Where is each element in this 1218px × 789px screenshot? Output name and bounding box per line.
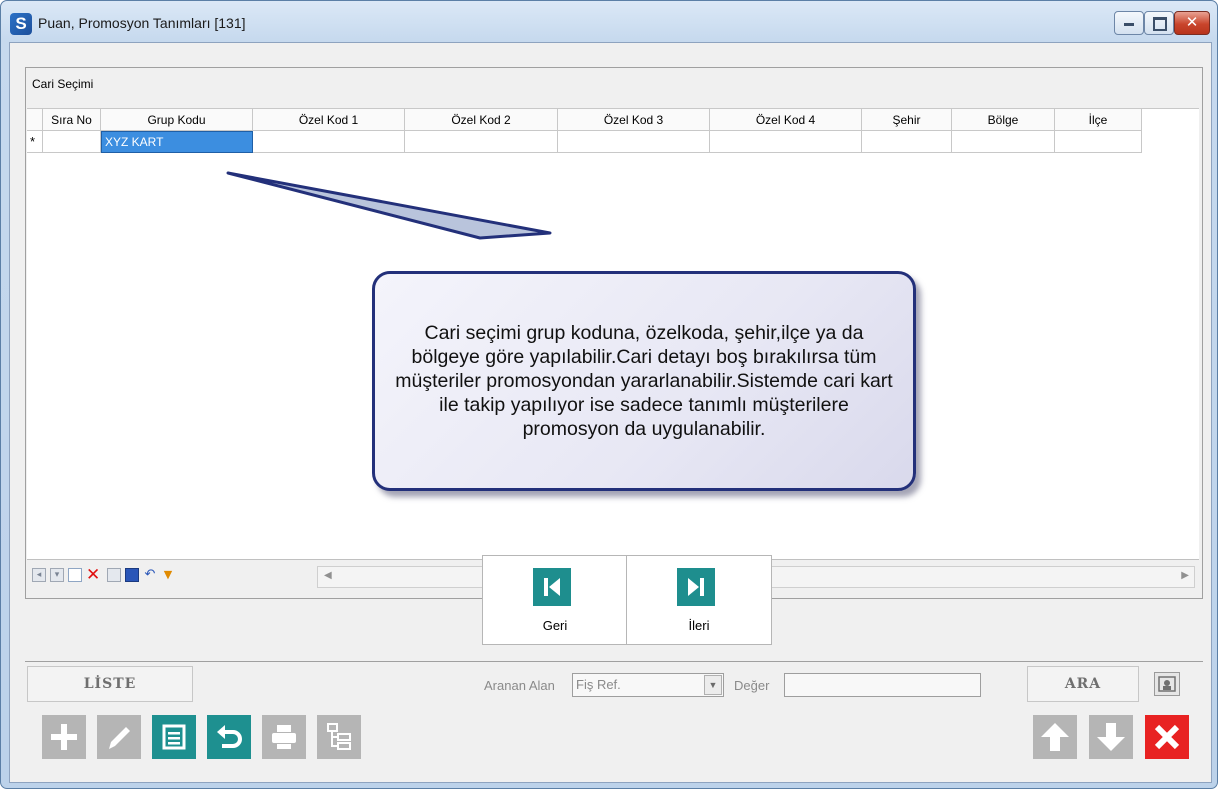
skip-back-icon — [533, 568, 571, 606]
prev-button[interactable]: Geri — [482, 555, 628, 645]
info-callout: Cari seçimi grup koduna, özelkoda, şehir… — [372, 271, 916, 491]
search-field-select[interactable]: Fiş Ref. ▼ — [572, 673, 724, 697]
search-bar: LİSTE Aranan Alan Fiş Ref. ▼ Değer ARA — [25, 661, 1203, 706]
print-button[interactable] — [262, 715, 306, 759]
undo-icon — [217, 725, 242, 748]
bottom-toolbar — [25, 706, 1203, 766]
search-button[interactable]: ARA — [1027, 666, 1139, 702]
plus-icon — [51, 724, 77, 750]
add-button[interactable] — [42, 715, 86, 759]
close-window-button[interactable]: ✕ — [1174, 11, 1210, 35]
skip-forward-icon — [677, 568, 715, 606]
callout-text: Cari seçimi grup koduna, özelkoda, şehir… — [395, 322, 893, 440]
window-title: Puan, Promosyon Tanımları [131] — [38, 15, 246, 31]
app-window: S Puan, Promosyon Tanımları [131] ✕ Cari… — [0, 0, 1218, 789]
edit-button[interactable] — [97, 715, 141, 759]
tree-view-button[interactable] — [317, 715, 361, 759]
chevron-down-icon[interactable]: ▼ — [704, 675, 722, 695]
minimize-icon — [1124, 23, 1134, 26]
printer-icon — [272, 725, 296, 749]
title-bar: S Puan, Promosyon Tanımları [131] ✕ — [1, 1, 1217, 41]
find-person-icon — [1158, 676, 1176, 692]
window-client-area: Cari Seçimi Sıra No Grup Kodu Özel Kod 1… — [9, 42, 1212, 783]
value-input[interactable] — [784, 673, 981, 697]
app-logo-icon: S — [10, 13, 32, 35]
pencil-icon — [109, 727, 130, 749]
search-options-button[interactable] — [1154, 672, 1180, 696]
list-button[interactable]: LİSTE — [27, 666, 193, 702]
search-field-label: Aranan Alan — [484, 678, 555, 693]
maximize-button[interactable] — [1144, 11, 1174, 35]
move-up-button[interactable] — [1033, 715, 1077, 759]
minimize-button[interactable] — [1114, 11, 1144, 35]
save-icon — [162, 724, 186, 750]
search-field-value: Fiş Ref. — [576, 677, 621, 692]
close-icon: ✕ — [1185, 13, 1199, 31]
prev-button-label: Geri — [542, 618, 568, 633]
arrow-down-icon — [1097, 723, 1125, 751]
maximize-icon — [1153, 17, 1167, 31]
close-x-icon — [1154, 724, 1180, 750]
arrow-up-icon — [1041, 723, 1069, 751]
save-button[interactable] — [152, 715, 196, 759]
value-label: Değer — [734, 678, 770, 693]
undo-button[interactable] — [207, 715, 251, 759]
next-button[interactable]: İleri — [626, 555, 772, 645]
close-button[interactable] — [1145, 715, 1189, 759]
tree-icon — [327, 723, 351, 750]
next-button-label: İleri — [688, 618, 710, 633]
move-down-button[interactable] — [1089, 715, 1133, 759]
